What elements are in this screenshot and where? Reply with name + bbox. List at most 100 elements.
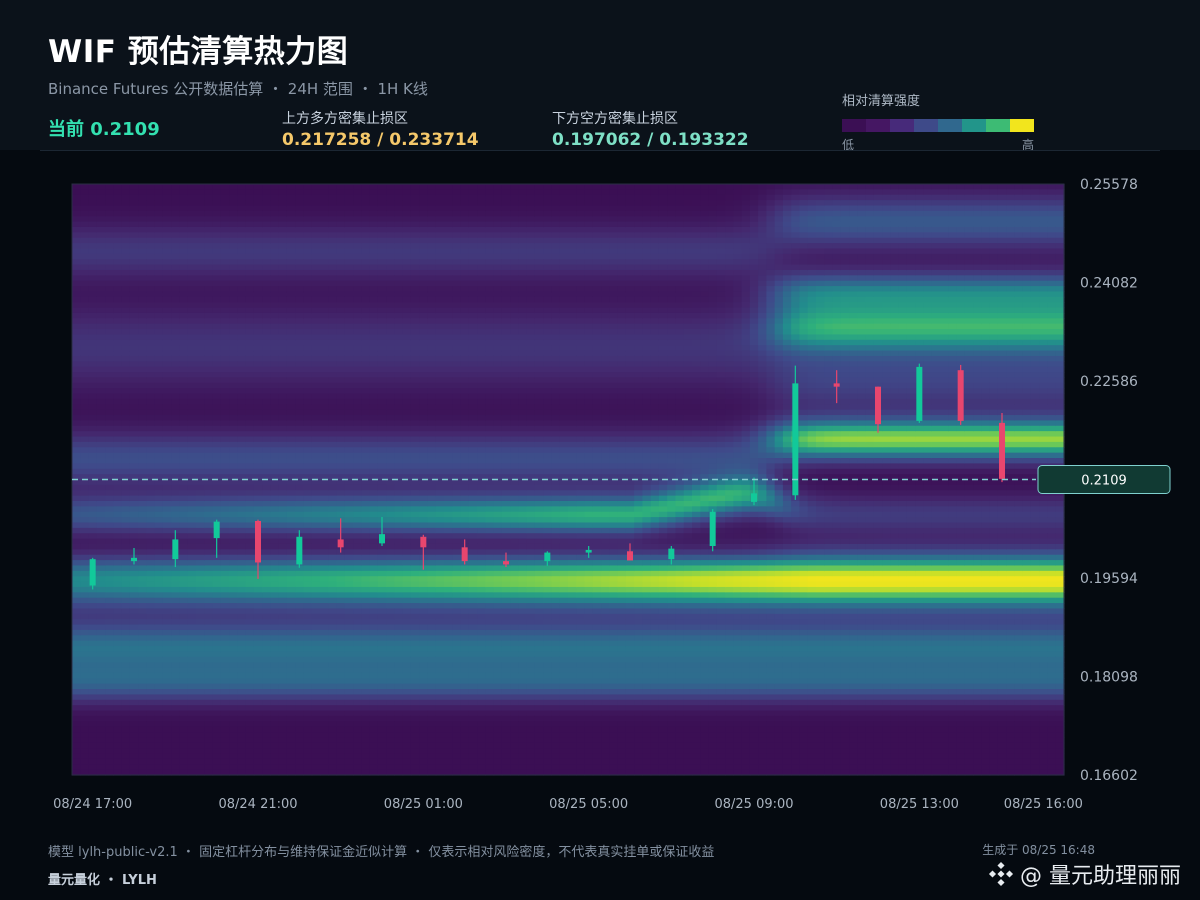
heatmap-cell — [295, 710, 305, 717]
heatmap-cell — [72, 581, 81, 588]
heatmap-cell — [129, 372, 139, 379]
heatmap-cell — [336, 398, 346, 405]
heatmap-cell — [171, 312, 181, 319]
heatmap-cell — [96, 608, 106, 615]
heatmap-cell — [196, 345, 205, 352]
heatmap-cell — [88, 339, 98, 346]
heatmap-cell — [311, 646, 321, 653]
heatmap-cell — [179, 226, 189, 233]
heatmap-cell — [146, 329, 156, 336]
heatmap-cell — [171, 678, 181, 685]
heatmap-cell — [212, 629, 222, 636]
heatmap-cell — [328, 377, 338, 384]
heatmap-cell — [311, 662, 321, 669]
heatmap-cell — [72, 216, 81, 223]
heatmap-cell — [171, 436, 181, 443]
heatmap-cell — [361, 543, 371, 550]
heatmap-cell — [171, 699, 181, 706]
heatmap-cell — [146, 210, 156, 217]
heatmap-cell — [80, 339, 90, 346]
heatmap-cell — [96, 667, 106, 674]
heatmap-cell — [369, 742, 379, 749]
heatmap-cell — [320, 495, 329, 502]
heatmap-cell — [262, 732, 271, 738]
heatmap-cell — [253, 339, 263, 346]
heatmap-cell — [229, 694, 238, 701]
heatmap-cell — [353, 597, 362, 604]
heatmap-cell — [270, 372, 280, 379]
heatmap-cell — [344, 646, 354, 653]
heatmap-cell — [204, 200, 214, 207]
heatmap-cell — [295, 296, 305, 303]
heatmap-cell — [96, 699, 106, 706]
heatmap-cell — [328, 624, 338, 631]
heatmap-cell — [369, 210, 379, 217]
heatmap-cell — [311, 221, 321, 228]
heatmap-cell — [328, 565, 338, 572]
heatmap-cell — [328, 694, 338, 701]
heatmap-cell — [344, 312, 354, 319]
heatmap-cell — [162, 318, 172, 325]
heatmap-cell — [419, 748, 429, 755]
heatmap-cell — [402, 253, 412, 260]
heatmap-cell — [427, 205, 437, 212]
heatmap-cell — [146, 710, 156, 717]
heatmap-cell — [96, 646, 106, 653]
heatmap-cell — [187, 619, 197, 626]
heatmap-cell — [344, 415, 354, 421]
heatmap-cell — [270, 345, 280, 352]
heatmap-cell — [105, 753, 114, 760]
heatmap-cell — [80, 463, 90, 470]
heatmap-cell — [410, 382, 420, 389]
heatmap-cell — [80, 404, 90, 411]
heatmap-cell — [262, 312, 271, 319]
heatmap-cell — [270, 334, 280, 341]
heatmap-cell — [427, 468, 437, 475]
heatmap-cell — [344, 527, 354, 534]
heatmap-cell — [154, 264, 164, 271]
heatmap-cell — [295, 522, 305, 529]
heatmap-cell — [138, 678, 147, 685]
heatmap-cell — [262, 619, 271, 626]
heatmap-cell — [129, 506, 139, 513]
heatmap-cell — [386, 312, 395, 319]
heatmap-cell — [204, 329, 214, 336]
heatmap-cell — [105, 506, 114, 513]
heatmap-cell — [245, 640, 255, 647]
heatmap-cell — [146, 479, 156, 486]
heatmap-cell — [245, 264, 255, 271]
heatmap-cell — [96, 737, 106, 744]
heatmap-cell — [353, 232, 362, 239]
heatmap-cell — [220, 490, 230, 497]
heatmap-cell — [303, 345, 313, 352]
heatmap-cell — [253, 635, 263, 642]
heatmap-cell — [229, 463, 238, 470]
heatmap-cell — [146, 662, 156, 669]
heatmap-cell — [171, 517, 181, 524]
heatmap-cell — [146, 323, 156, 330]
heatmap-cell — [353, 640, 362, 647]
heatmap-cell — [328, 398, 338, 405]
heatmap-cell — [410, 264, 420, 271]
heatmap-cell — [179, 329, 189, 336]
heatmap-cell — [237, 189, 247, 196]
heatmap-cell — [402, 189, 412, 196]
heatmap-cell — [262, 463, 271, 470]
heatmap-cell — [212, 216, 222, 223]
heatmap-cell — [121, 613, 131, 620]
heatmap-cell — [245, 511, 255, 518]
heatmap-cell — [105, 586, 114, 593]
heatmap-cell — [179, 323, 189, 330]
heatmap-cell — [162, 184, 172, 190]
heatmap-cell — [386, 409, 395, 416]
heatmap-cell — [229, 737, 238, 744]
heatmap-cell — [138, 694, 147, 701]
heatmap-cell — [320, 323, 329, 330]
heatmap-cell — [162, 329, 172, 336]
heatmap-cell — [220, 576, 230, 583]
heatmap-cell — [270, 194, 280, 201]
heatmap-cell — [394, 678, 404, 685]
heatmap-cell — [204, 511, 214, 518]
heatmap-cell — [245, 388, 255, 395]
heatmap-cell — [295, 576, 305, 583]
